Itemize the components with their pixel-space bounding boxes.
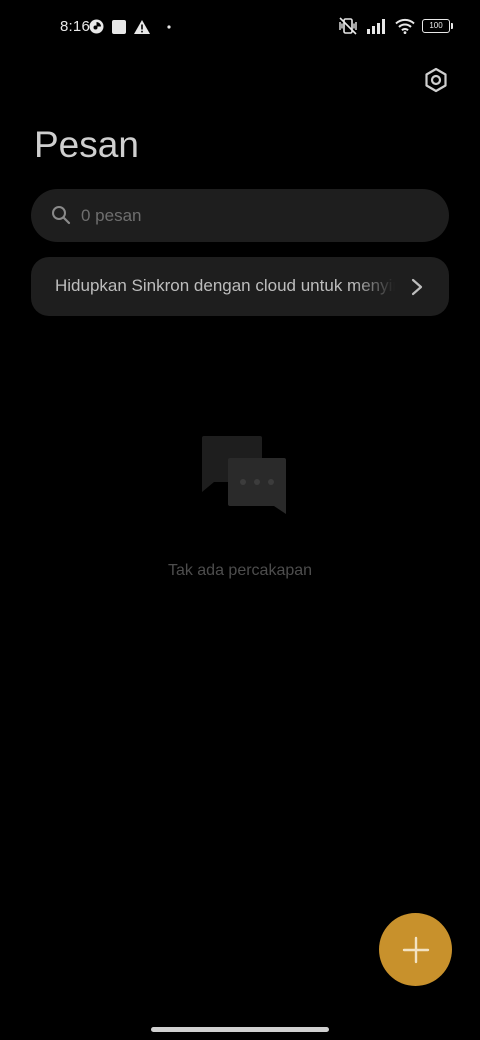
- status-left-icons: [89, 19, 174, 34]
- search-icon: [52, 206, 71, 225]
- dot-icon: [167, 24, 171, 29]
- new-message-button[interactable]: [379, 913, 452, 986]
- status-time: 8:16: [60, 18, 90, 35]
- data-saver-icon: [89, 19, 104, 34]
- vibrate-off-icon: [339, 17, 357, 35]
- cloud-sync-banner[interactable]: Hidupkan Sinkron dengan cloud untuk meny…: [31, 257, 449, 316]
- status-bar: 8:16 100: [0, 0, 480, 56]
- home-indicator[interactable]: [151, 1027, 329, 1032]
- battery-icon: 100: [422, 19, 453, 33]
- cloud-sync-text: Hidupkan Sinkron dengan cloud untuk meny…: [55, 276, 395, 295]
- search-input[interactable]: [81, 189, 431, 242]
- wifi-icon: [395, 18, 415, 34]
- chat-bubbles-icon: [202, 436, 286, 514]
- settings-hexagon-icon: [425, 67, 447, 93]
- plus-icon: [402, 936, 429, 963]
- settings-button[interactable]: [418, 62, 454, 98]
- warning-icon: [134, 19, 150, 34]
- search-bar[interactable]: [31, 189, 449, 242]
- empty-state: Tak ada percakapan: [0, 432, 480, 580]
- page-title: Pesan: [34, 124, 139, 165]
- square-notification-icon: [112, 19, 126, 34]
- chevron-right-icon: [411, 278, 423, 296]
- signal-icon: [367, 19, 385, 34]
- status-right-icons: 100: [337, 17, 453, 35]
- empty-state-text: Tak ada percakapan: [167, 562, 313, 579]
